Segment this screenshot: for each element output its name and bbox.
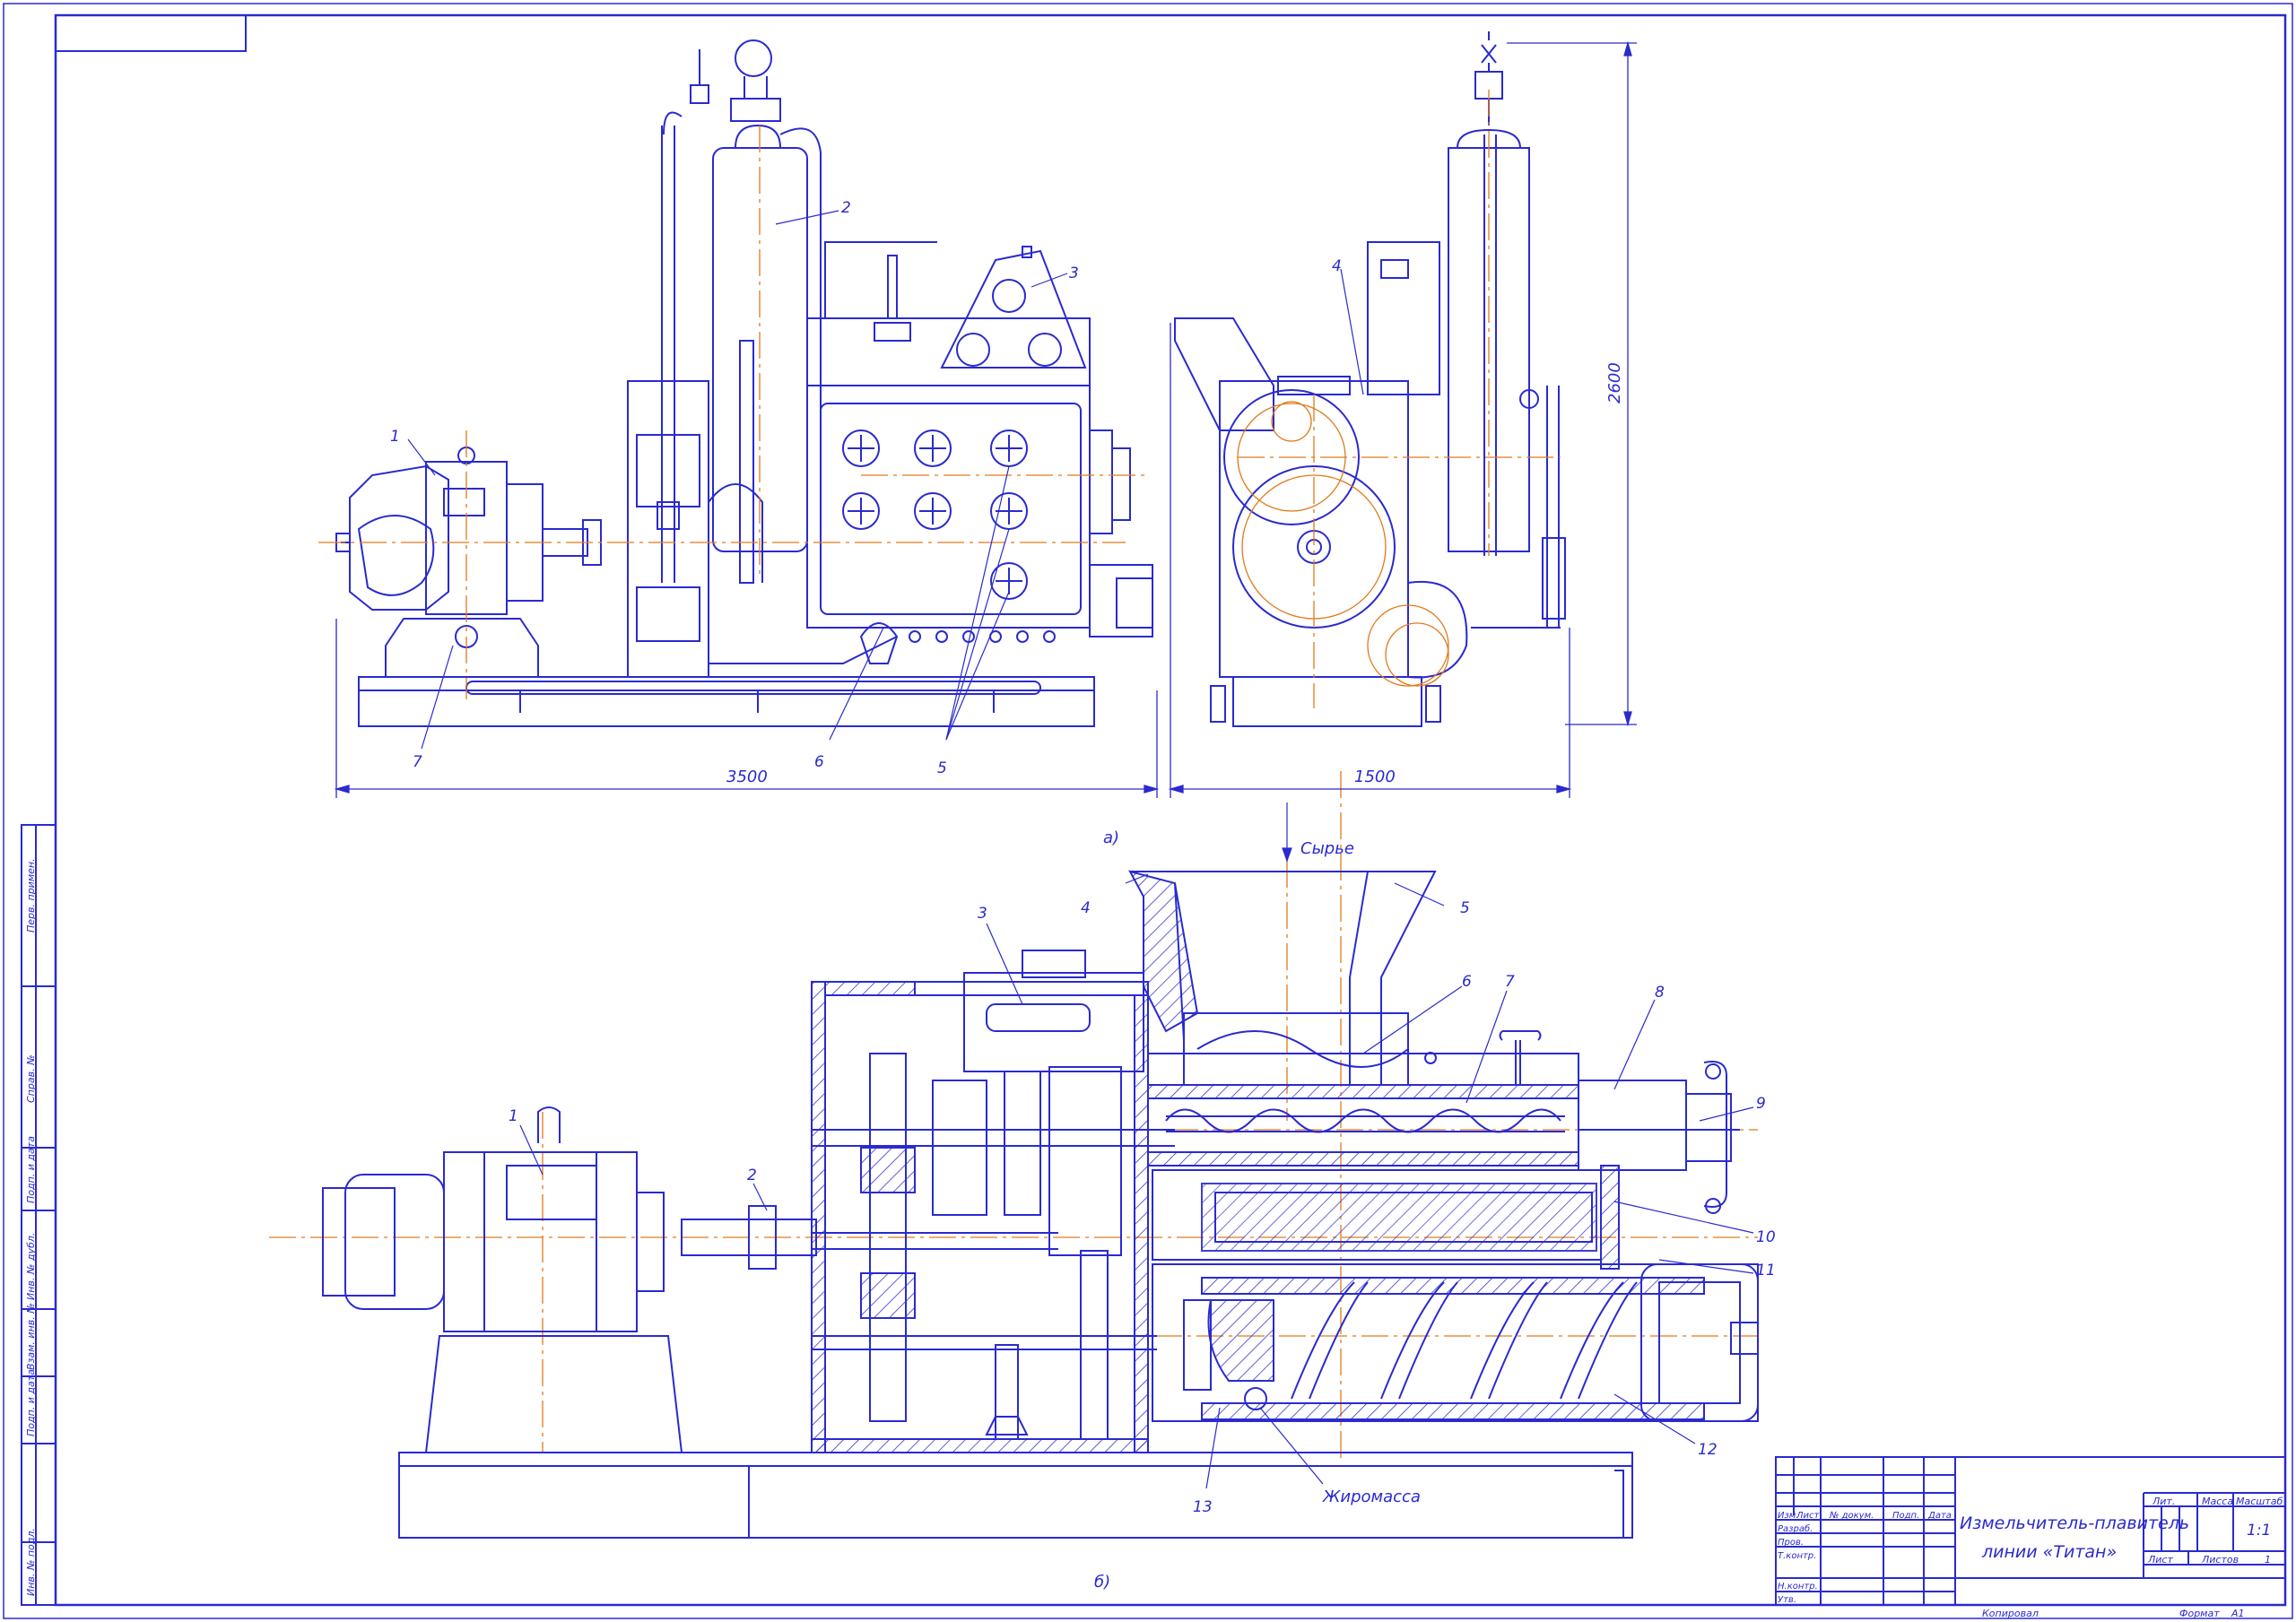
strip-sprav: Справ. №	[25, 1054, 37, 1103]
caption-view-b: б)	[1094, 1573, 1110, 1592]
dim-height-side: 2600	[1605, 362, 1624, 403]
callout-a-5: 5	[937, 759, 947, 777]
tb-prov: Пров.	[1778, 1538, 1804, 1548]
callout-b-1: 1	[509, 1107, 518, 1125]
tb-tkontr: Т.контр.	[1778, 1551, 1816, 1561]
strip-podp-data-1: Подп. и дата	[25, 1136, 37, 1203]
callout-b-8: 8	[1655, 984, 1665, 1002]
tb-masshtab: Масштаб	[2236, 1496, 2283, 1507]
callout-b-10: 10	[1756, 1228, 1776, 1246]
caption-view-a: а)	[1103, 828, 1119, 847]
gauge-panel-3	[940, 249, 1087, 369]
callout-a-7: 7	[413, 753, 422, 771]
gears-b	[860, 1053, 1122, 1440]
title-line-2: линии «Титан»	[1981, 1542, 2117, 1562]
technical-drawing-sheet: 3500 1500 2600 а) б) Сырье Жиромасса 1 2…	[3, 3, 2293, 1619]
label-raw-material: Сырье	[1300, 839, 1354, 858]
tb-kopiroval: Копировал	[1982, 1608, 2039, 1619]
view-b-section	[322, 870, 1759, 1539]
centerlines	[269, 90, 1758, 1462]
strip-inv-dubl: Инв. № дубл.	[25, 1233, 37, 1300]
strip-vzam-inv: Взам. инв. №	[25, 1303, 37, 1370]
drawing-frame	[54, 13, 2287, 1607]
callout-b-12: 12	[1698, 1441, 1718, 1459]
view-a-side	[1174, 31, 1566, 727]
view-a-front	[335, 39, 1153, 727]
callout-b-4: 4	[1081, 899, 1091, 917]
motor-1	[335, 447, 544, 615]
dim-width-front: 3500	[726, 768, 768, 786]
dimension-lines	[334, 40, 1637, 798]
inspection-ports	[842, 429, 1028, 600]
callout-b-2: 2	[747, 1167, 757, 1184]
callout-a-1: 1	[390, 428, 400, 446]
callout-b-3: 3	[978, 905, 987, 923]
callout-a-6: 6	[814, 753, 824, 771]
callout-b-11: 11	[1756, 1262, 1776, 1279]
tb-doc: № докум.	[1829, 1511, 1874, 1521]
strip-podp-data-2: Подп. и дата	[25, 1369, 37, 1436]
upper-screw-7	[1165, 1108, 1561, 1133]
tb-listov-label: Листов	[2201, 1554, 2239, 1566]
callout-a-4: 4	[1332, 257, 1342, 275]
tb-scale-value: 1:1	[2247, 1522, 2271, 1540]
label-fat-mass: Жиромасса	[1322, 1488, 1421, 1506]
motor-stand-b	[424, 1335, 683, 1453]
top-left-stamp	[55, 14, 247, 52]
tb-format-value: А1	[2231, 1608, 2245, 1619]
tb-izm: Изм.	[1778, 1511, 1799, 1521]
tb-razrab: Разраб.	[1778, 1523, 1813, 1534]
tb-data: Дата	[1927, 1511, 1952, 1521]
tb-podp: Подп.	[1892, 1511, 1919, 1521]
tb-list: Лист	[1796, 1511, 1821, 1521]
callout-b-7: 7	[1505, 973, 1515, 991]
motor-b-1	[322, 1106, 683, 1453]
side-strip	[21, 824, 57, 1606]
callout-b-9: 9	[1756, 1095, 1766, 1113]
callout-b-13: 13	[1193, 1498, 1213, 1516]
dim-width-side: 1500	[1354, 768, 1396, 786]
callout-b-5: 5	[1460, 899, 1470, 917]
callout-b-6: 6	[1462, 973, 1472, 991]
title-line-1: Измельчитель-плавитель	[1960, 1514, 2189, 1533]
hopper-side	[1174, 317, 1274, 431]
callout-a-2: 2	[841, 199, 851, 217]
base-frame	[358, 676, 1095, 727]
tb-format-label: Формат	[2179, 1608, 2220, 1619]
gearbox-housing	[811, 981, 1149, 1453]
tb-lit: Лит.	[2152, 1496, 2175, 1507]
tb-list-label: Лист	[2147, 1554, 2173, 1566]
strip-perv-primen: Перв. примен.	[25, 858, 37, 932]
tb-massa: Масса	[2202, 1496, 2233, 1507]
tb-utv: Утв.	[1778, 1595, 1796, 1605]
strip-inv-podl: Инв. № подл.	[25, 1528, 37, 1596]
tb-listov-value: 1	[2265, 1554, 2271, 1566]
main-body	[806, 385, 1091, 629]
tb-nkontr: Н.контр.	[1778, 1582, 1818, 1592]
callout-a-3: 3	[1069, 265, 1079, 282]
